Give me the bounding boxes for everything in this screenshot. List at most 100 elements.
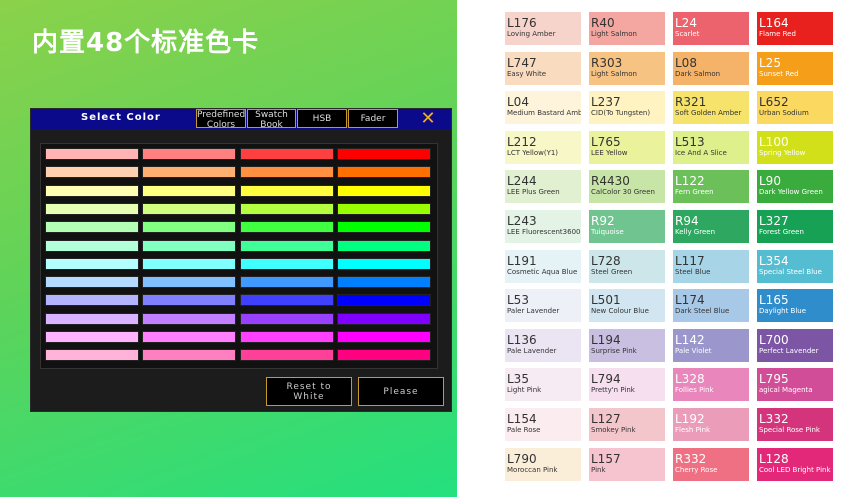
color-swatch[interactable]	[337, 148, 431, 160]
color-swatch[interactable]	[142, 349, 236, 362]
card-code: L332	[759, 412, 789, 426]
card-name: Forest Green	[759, 228, 804, 236]
card-code: L790	[507, 451, 537, 466]
color-card: L122 Fern Green	[673, 170, 749, 204]
color-swatch[interactable]	[45, 294, 139, 307]
color-swatch[interactable]	[337, 257, 431, 270]
color-swatch[interactable]	[142, 202, 236, 215]
reset-to-white-button[interactable]: Reset to White	[266, 377, 352, 406]
card-name: Surprise Pink	[591, 346, 637, 355]
color-card: L652 Urban Sodium	[757, 91, 833, 125]
card-name: CID(To Tungsten)	[591, 109, 651, 118]
color-swatch[interactable]	[45, 221, 139, 234]
card-name: Perfect Lavender	[759, 346, 819, 355]
dialog-title: Select Color	[81, 112, 161, 123]
card-code: L700	[759, 332, 789, 347]
color-swatch[interactable]	[45, 276, 139, 289]
card-code: L24	[675, 16, 697, 30]
color-swatch[interactable]	[337, 202, 431, 215]
color-swatch[interactable]	[240, 221, 334, 234]
color-card: L194 Surprise Pink	[589, 328, 665, 362]
color-swatch[interactable]	[337, 312, 431, 325]
color-card: L100 Spring Yellow	[757, 130, 833, 164]
color-card: L243 LEE Fluorescent3600K	[505, 210, 581, 243]
color-swatch[interactable]	[337, 349, 431, 362]
color-swatch[interactable]	[240, 276, 334, 289]
color-swatch[interactable]	[240, 184, 334, 197]
color-swatch[interactable]	[142, 239, 236, 252]
please-button[interactable]: Please	[358, 377, 444, 406]
color-card: L354 Special Steel Blue	[757, 249, 833, 283]
card-code: L136	[507, 332, 537, 347]
color-swatch[interactable]	[337, 184, 431, 197]
color-swatch[interactable]	[45, 257, 139, 270]
card-code: L90	[759, 174, 781, 189]
color-card: L24 Scarlet	[673, 12, 749, 45]
color-swatch[interactable]	[45, 239, 139, 252]
card-code: L327	[759, 214, 789, 228]
color-swatch[interactable]	[240, 312, 334, 325]
card-code: R303	[591, 55, 623, 70]
color-swatch[interactable]	[337, 294, 431, 307]
close-icon[interactable]: ✕	[417, 110, 439, 128]
color-swatch[interactable]	[142, 276, 236, 289]
card-code: L795	[759, 372, 789, 387]
tab-label: Fader	[360, 114, 386, 124]
card-code: L728	[591, 253, 621, 268]
card-code: L53	[507, 293, 529, 308]
card-code: L194	[591, 332, 621, 347]
color-swatch[interactable]	[142, 166, 236, 179]
color-card: R4430 CalColor 30 Green	[589, 170, 665, 204]
color-swatch[interactable]	[240, 239, 334, 252]
select-color-dialog: Select Color Predefined Colors Swatch Bo…	[30, 108, 452, 412]
card-code: L652	[759, 95, 789, 110]
tab-swatch-book[interactable]: Swatch Book	[247, 109, 296, 130]
color-swatch[interactable]	[337, 239, 431, 252]
color-swatch[interactable]	[240, 202, 334, 215]
card-name: Steel Green	[591, 267, 633, 276]
color-swatch[interactable]	[337, 331, 431, 343]
card-name: Smokey Pink	[591, 426, 636, 434]
color-swatch[interactable]	[142, 331, 236, 343]
tab-label-line: Swatch	[255, 110, 288, 120]
card-name: Sunset Red	[759, 69, 799, 78]
color-card: L25 Sunset Red	[757, 51, 833, 85]
color-swatch[interactable]	[240, 257, 334, 270]
color-swatch[interactable]	[45, 184, 139, 197]
color-swatch[interactable]	[142, 312, 236, 325]
color-swatch[interactable]	[142, 221, 236, 234]
color-swatch[interactable]	[142, 257, 236, 270]
color-swatch[interactable]	[45, 349, 139, 362]
color-swatch[interactable]	[337, 166, 431, 179]
color-swatch[interactable]	[142, 184, 236, 197]
color-swatch[interactable]	[337, 221, 431, 234]
color-swatch[interactable]	[45, 312, 139, 325]
headline: 内置48个标准色卡	[32, 28, 260, 58]
left-panel: 内置48个标准色卡 Select Color Predefined Colors…	[0, 0, 457, 497]
color-swatch[interactable]	[240, 148, 334, 160]
color-card: L513 Ice And A Slice	[673, 130, 749, 164]
color-swatch[interactable]	[45, 331, 139, 343]
card-code: L244	[507, 174, 537, 189]
color-swatch[interactable]	[240, 166, 334, 179]
color-swatch[interactable]	[45, 202, 139, 215]
color-swatch[interactable]	[337, 276, 431, 289]
tab-hsb[interactable]: HSB	[297, 109, 347, 128]
color-swatch[interactable]	[240, 294, 334, 307]
color-card: R40 Light Salmon	[589, 12, 665, 45]
color-swatch[interactable]	[142, 148, 236, 160]
color-swatch[interactable]	[45, 166, 139, 179]
color-swatch[interactable]	[45, 148, 139, 160]
card-name: Easy White	[507, 69, 547, 78]
color-card: L327 Forest Green	[757, 210, 833, 243]
tab-label-line: Book	[260, 120, 283, 130]
tab-predefined-colors[interactable]: Predefined Colors	[196, 109, 246, 130]
color-card: L795 agical Magenta	[757, 368, 833, 402]
color-swatch[interactable]	[142, 294, 236, 307]
color-swatch[interactable]	[240, 331, 334, 343]
tab-fader[interactable]: Fader	[348, 109, 398, 128]
color-card: L117 Steel Blue	[673, 249, 749, 283]
card-code: R92	[591, 214, 615, 228]
color-swatch[interactable]	[240, 349, 334, 362]
card-code: L794	[591, 372, 621, 387]
